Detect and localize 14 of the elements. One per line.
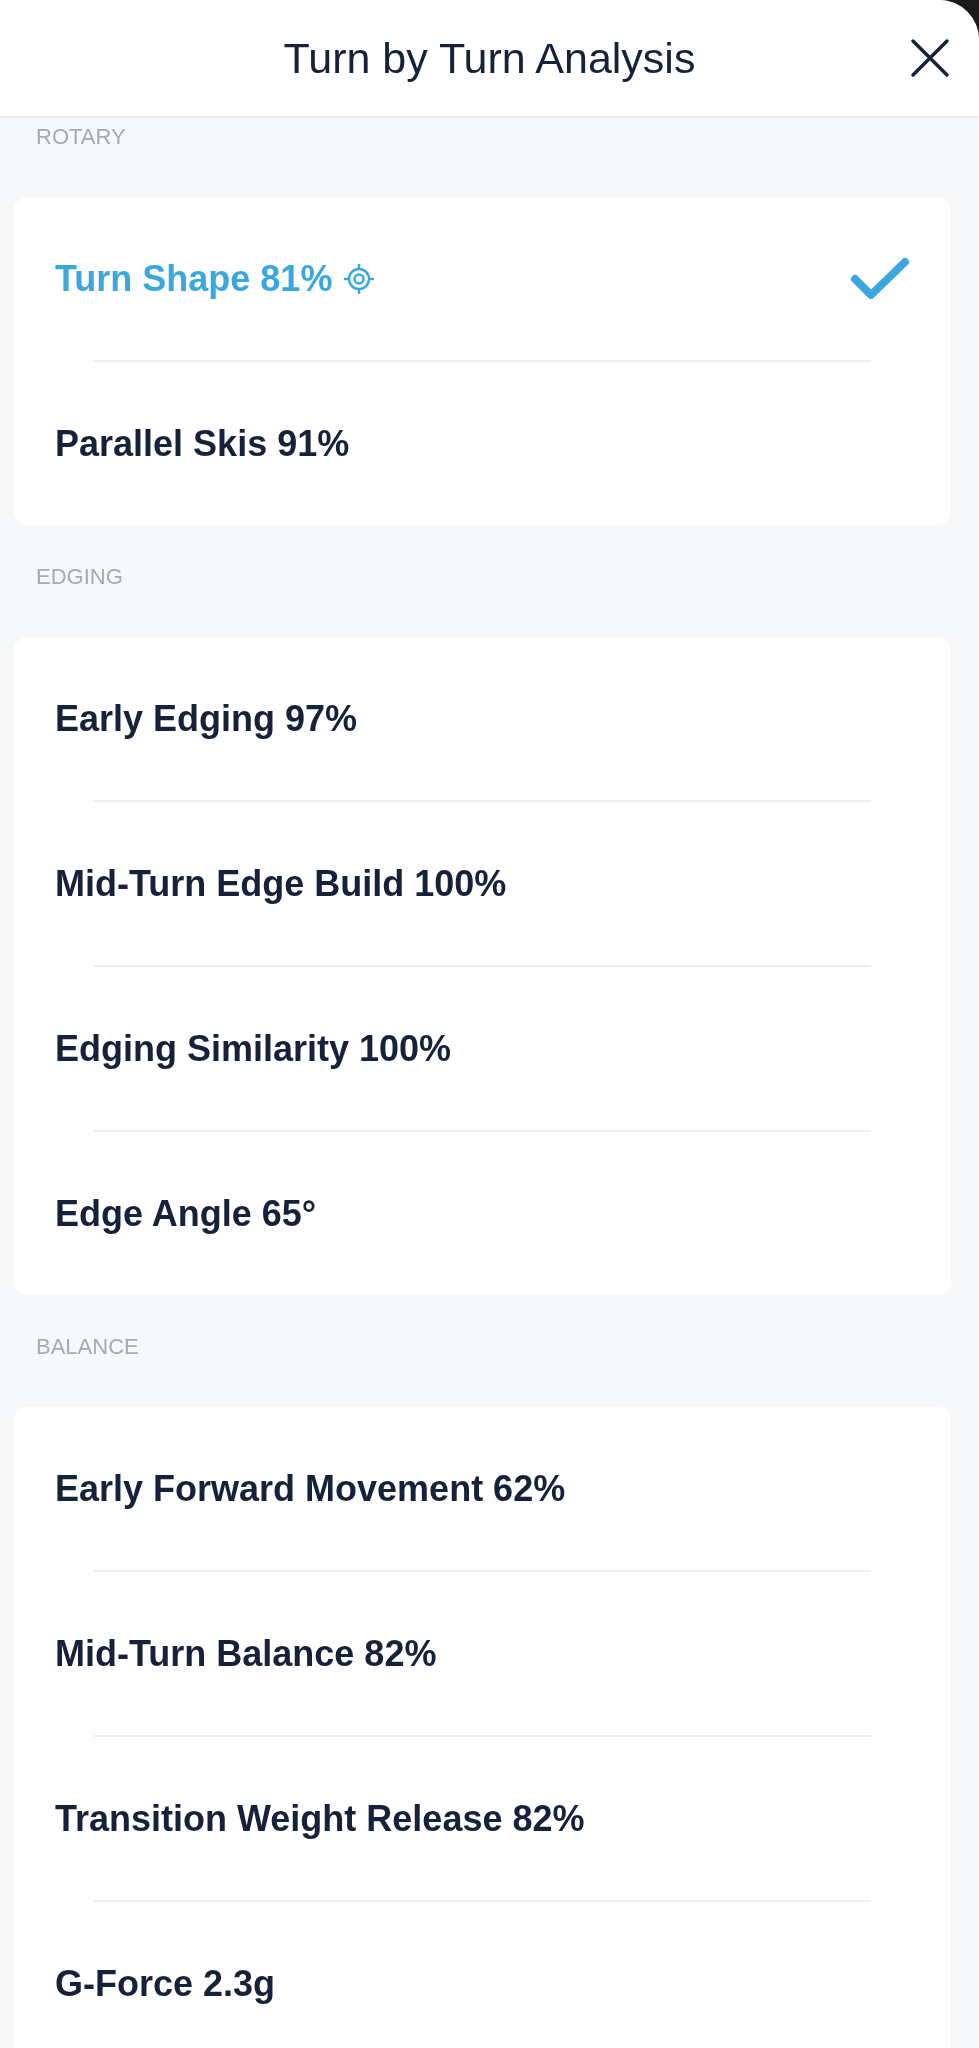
- close-icon: [910, 38, 950, 78]
- metric-list-item[interactable]: Parallel Skis 91%: [14, 362, 951, 525]
- metric-list-item[interactable]: Early Forward Movement 62%: [14, 1407, 951, 1570]
- metric-list-item[interactable]: Mid-Turn Balance 82%: [14, 1572, 951, 1735]
- metric-list-item[interactable]: Mid-Turn Edge Build 100%: [14, 802, 951, 965]
- section-label: ROTARY: [36, 124, 126, 149]
- metric-list-item[interactable]: Transition Weight Release 82%: [14, 1737, 951, 1900]
- sheet-title: Turn by Turn Analysis: [283, 33, 696, 83]
- metric-list-item[interactable]: Edging Similarity 100%: [14, 967, 951, 1130]
- section-label: EDGING: [36, 564, 123, 589]
- section-label: BALANCE: [36, 1334, 139, 1359]
- metric-list-item[interactable]: G-Force 2.3g: [14, 1902, 951, 2048]
- metric-list-item[interactable]: Edge Angle 65°: [14, 1132, 951, 1295]
- metric-list-item[interactable]: Early Edging 97%: [14, 637, 951, 800]
